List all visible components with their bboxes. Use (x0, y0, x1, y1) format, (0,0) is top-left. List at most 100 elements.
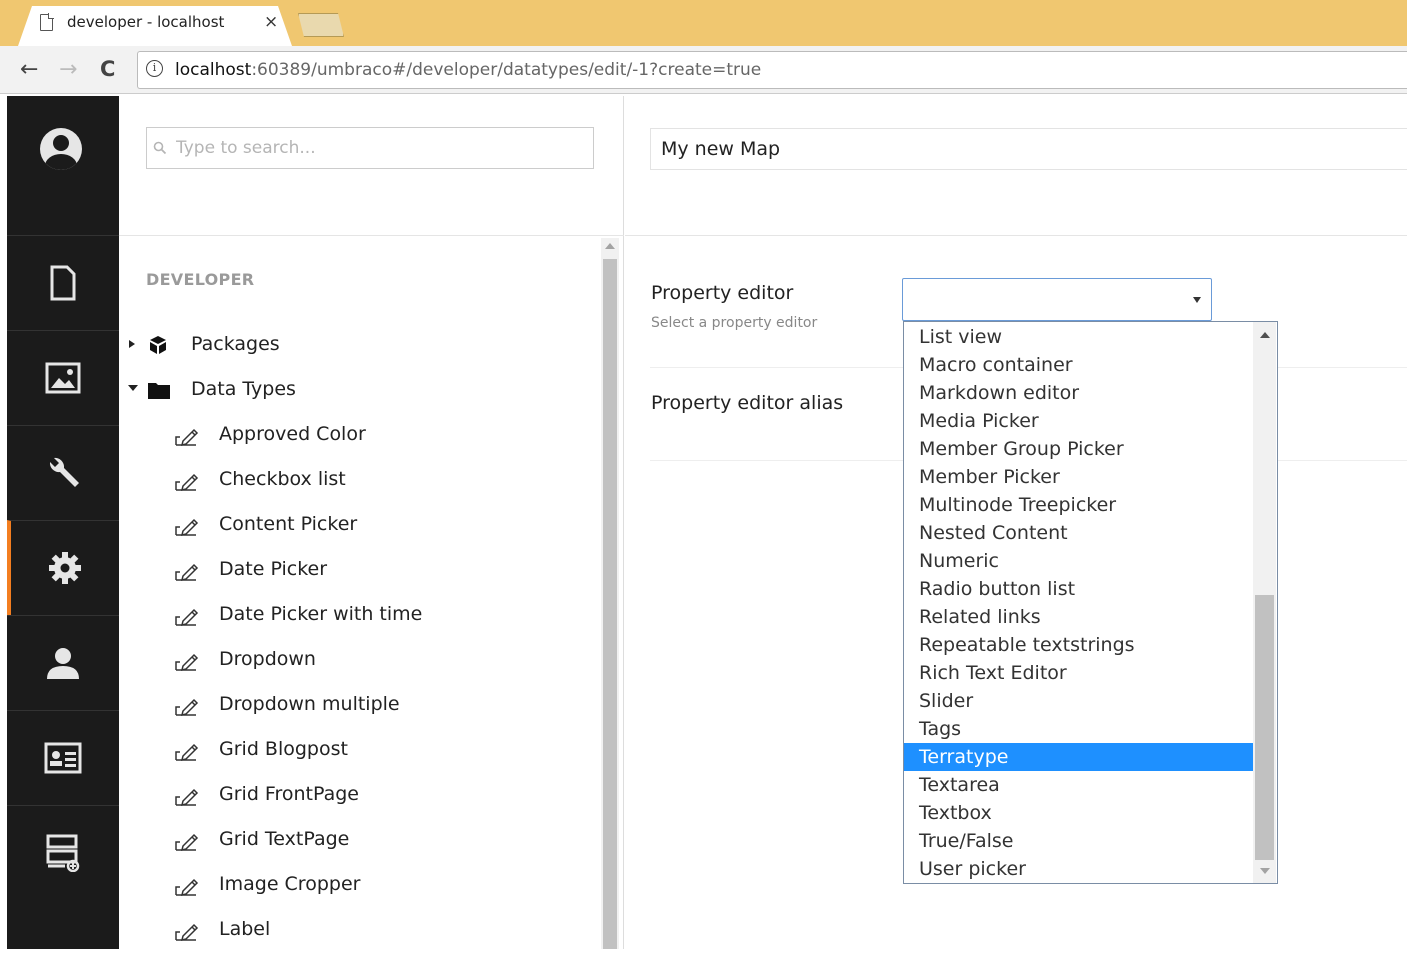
url-host: localhost (175, 60, 252, 80)
reload-icon[interactable]: C (100, 57, 115, 81)
section-forms[interactable] (7, 805, 119, 900)
section-members[interactable] (7, 710, 119, 805)
tree-item-label: Approved Color (219, 423, 366, 445)
tree-item-datatype[interactable]: Grid TextPage (172, 828, 592, 868)
tree-node-label: Data Types (191, 378, 296, 400)
property-editor-description: Select a property editor (651, 315, 818, 331)
edit-datatype-icon (175, 878, 199, 897)
tree-scrollbar-thumb[interactable] (603, 259, 617, 949)
tree-item-datatype[interactable]: Approved Color (172, 423, 592, 463)
dropdown-option[interactable]: Member Picker (904, 463, 1253, 491)
edit-datatype-icon (175, 518, 199, 537)
scroll-up-arrow-icon[interactable] (605, 243, 615, 249)
edit-datatype-icon (175, 428, 199, 447)
document-icon (50, 265, 76, 301)
caret-down-icon[interactable] (127, 383, 139, 393)
tree-item-datatype[interactable]: Date Picker with time (172, 603, 592, 643)
id-card-icon (44, 742, 82, 774)
property-editor-select[interactable] (902, 278, 1212, 321)
edit-datatype-icon (175, 653, 199, 672)
tree-item-label: Dropdown multiple (219, 693, 400, 715)
tree-item-datatype[interactable]: Dropdown multiple (172, 693, 592, 733)
gear-icon (49, 552, 81, 584)
dropdown-option[interactable]: Repeatable textstrings (904, 631, 1253, 659)
caret-right-icon[interactable] (127, 338, 137, 350)
edit-datatype-icon (175, 698, 199, 717)
url-path: :60389/umbraco#/developer/datatypes/edit… (251, 60, 762, 80)
dropdown-scrollbar-thumb[interactable] (1255, 595, 1274, 860)
scroll-up-arrow-icon[interactable] (1260, 332, 1270, 338)
wrench-icon (49, 457, 79, 487)
forward-icon[interactable]: → (59, 57, 77, 82)
tree-item-datatype[interactable]: Grid Blogpost (172, 738, 592, 778)
tree-item-label: Content Picker (219, 513, 358, 535)
user-avatar[interactable] (40, 128, 82, 170)
dropdown-option[interactable]: Textbox (904, 799, 1253, 827)
tree-item-datatype[interactable]: Date Picker (172, 558, 592, 598)
scroll-down-arrow-icon[interactable] (1260, 868, 1270, 874)
dropdown-option[interactable]: Textarea (904, 771, 1253, 799)
tree-item-label: Date Picker (219, 558, 328, 580)
tree-item-label: Grid TextPage (219, 828, 350, 850)
section-media[interactable] (7, 330, 119, 425)
dropdown-option[interactable]: Numeric (904, 547, 1253, 575)
tree-heading: DEVELOPER (146, 270, 255, 289)
dropdown-option[interactable]: Media Picker (904, 407, 1253, 435)
dropdown-option[interactable]: User picker (904, 855, 1253, 883)
edit-datatype-icon (175, 608, 199, 627)
edit-datatype-icon (175, 833, 199, 852)
section-settings[interactable] (7, 425, 119, 520)
search-icon (153, 141, 167, 155)
url-text[interactable]: localhost:60389/umbraco#/developer/datat… (175, 60, 761, 80)
dropdown-option[interactable]: Related links (904, 603, 1253, 631)
section-content[interactable] (7, 235, 119, 330)
image-icon (45, 362, 81, 394)
dropdown-option[interactable]: Radio button list (904, 575, 1253, 603)
dropdown-option[interactable]: Slider (904, 687, 1253, 715)
tab-close-icon[interactable]: × (264, 12, 278, 32)
divider (119, 235, 624, 236)
dropdown-option[interactable]: Markdown editor (904, 379, 1253, 407)
package-icon (150, 336, 166, 354)
document-icon (40, 13, 54, 31)
user-icon (47, 648, 79, 679)
tree-node-data-types[interactable]: Data Types (127, 378, 597, 418)
tab-title: developer - localhost (67, 13, 225, 31)
tree-item-datatype[interactable]: Grid FrontPage (172, 783, 592, 823)
tree-item-label: Image Cropper (219, 873, 361, 895)
tree-item-datatype[interactable]: Content Picker (172, 513, 592, 553)
new-tab-button[interactable] (298, 13, 344, 37)
dropdown-option[interactable]: True/False (904, 827, 1253, 855)
property-editor-dropdown-list[interactable]: List view Macro container Markdown editor M… (903, 321, 1278, 884)
dropdown-option[interactable]: Nested Content (904, 519, 1253, 547)
tree-item-datatype[interactable]: Label (172, 918, 592, 958)
dropdown-option[interactable]: Rich Text Editor (904, 659, 1253, 687)
tree-item-datatype[interactable]: Checkbox list (172, 468, 592, 508)
tree-item-label: Grid FrontPage (219, 783, 359, 805)
dropdown-option[interactable]: Multinode Treepicker (904, 491, 1253, 519)
section-developer[interactable] (7, 520, 119, 615)
dropdown-option[interactable]: Terratype (904, 743, 1253, 771)
edit-datatype-icon (175, 473, 199, 492)
property-editor-label: Property editor (651, 282, 794, 304)
edit-datatype-icon (175, 788, 199, 807)
edit-datatype-icon (175, 923, 199, 942)
search-input[interactable] (176, 137, 576, 159)
back-icon[interactable]: ← (20, 57, 38, 82)
property-editor-alias-label: Property editor alias (651, 392, 844, 414)
tree-item-datatype[interactable]: Image Cropper (172, 873, 592, 913)
datatype-name-input[interactable] (650, 128, 1407, 170)
forms-icon (46, 834, 80, 872)
dropdown-option[interactable]: Macro container (904, 351, 1253, 379)
tree-item-label: Checkbox list (219, 468, 346, 490)
info-icon[interactable]: i (146, 60, 163, 77)
dropdown-option[interactable]: Tags (904, 715, 1253, 743)
tree-item-label: Dropdown (219, 648, 316, 670)
section-users[interactable] (7, 615, 119, 710)
dropdown-option[interactable]: Member Group Picker (904, 435, 1253, 463)
dropdown-option[interactable]: List view (904, 323, 1253, 351)
tree-item-datatype[interactable]: Dropdown (172, 648, 592, 688)
tree-item-label: Date Picker with time (219, 603, 423, 625)
tree-node-packages[interactable]: Packages (127, 333, 597, 373)
chevron-down-icon[interactable] (1193, 297, 1201, 303)
